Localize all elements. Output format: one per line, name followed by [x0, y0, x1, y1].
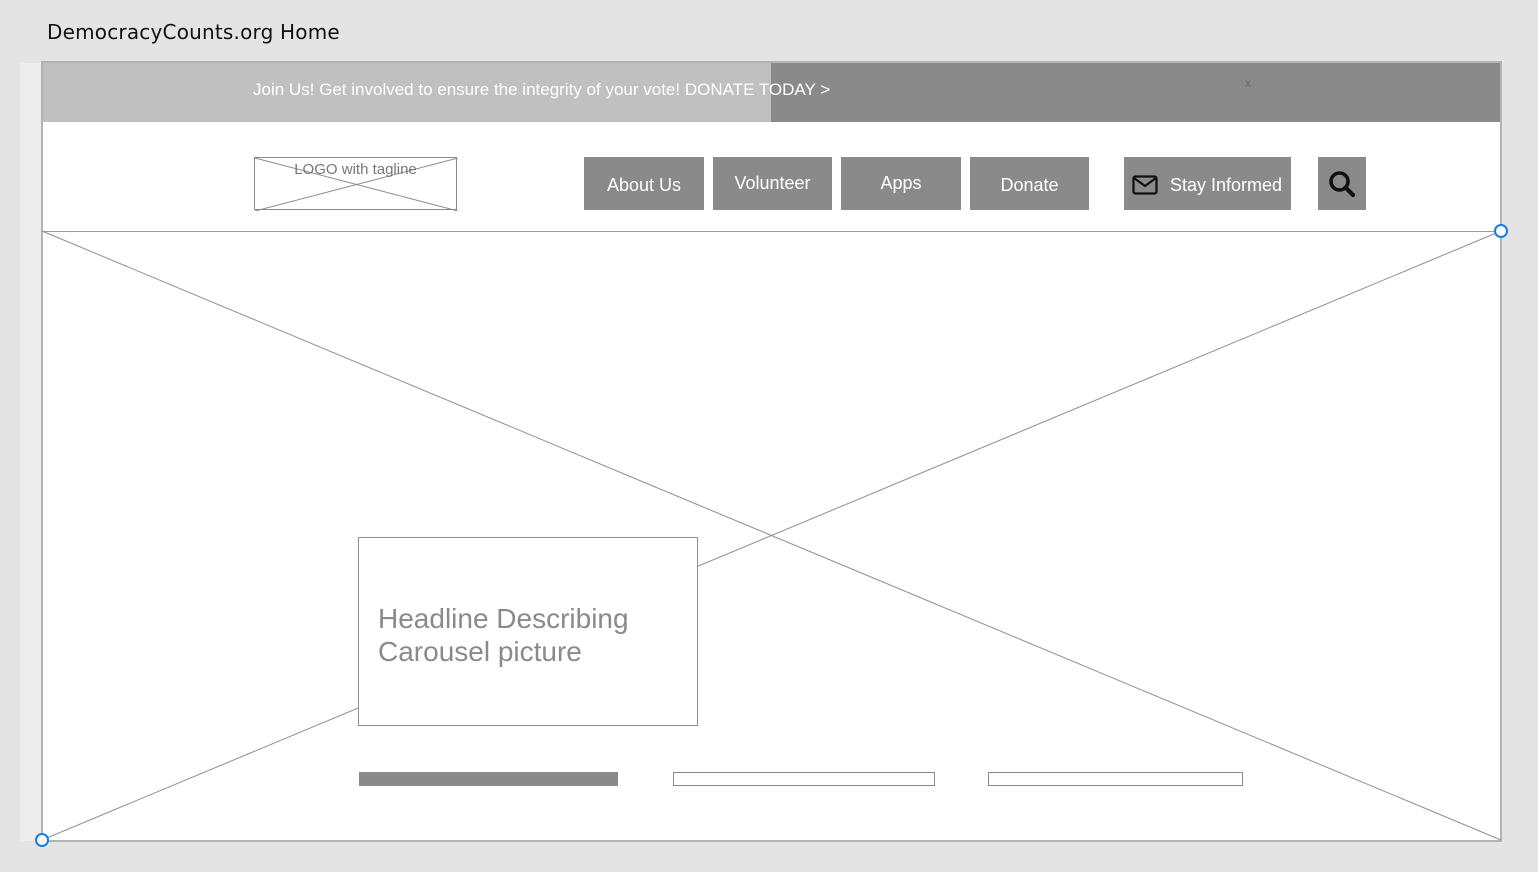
nav-donate-label: Donate [1000, 175, 1059, 195]
nav-volunteer-button[interactable]: Volunteer [713, 157, 832, 210]
carousel-headline-card[interactable]: Headline Describing Carousel picture [358, 537, 698, 726]
logo-placeholder[interactable]: LOGO with tagline [254, 157, 458, 211]
nav-apps-button[interactable]: Apps [841, 157, 961, 210]
nav-volunteer-label: Volunteer [734, 173, 811, 193]
banner-close-button[interactable]: x [1245, 76, 1251, 90]
nav-about-us-button[interactable]: About Us [584, 157, 704, 210]
carousel-indicator-1[interactable] [359, 772, 618, 786]
envelope-icon [1132, 174, 1158, 195]
nav-donate-button[interactable]: Donate [970, 157, 1089, 210]
search-button[interactable] [1318, 157, 1366, 210]
selection-handle-bottom-left[interactable] [35, 833, 49, 847]
carousel-indicator-2[interactable] [673, 772, 935, 786]
carousel-indicator-3[interactable] [988, 772, 1243, 786]
nav-about-us-label: About Us [606, 175, 682, 195]
logo-text: LOGO with tagline [294, 161, 417, 178]
stay-informed-button[interactable]: Stay Informed [1124, 157, 1291, 210]
stay-informed-label: Stay Informed [1170, 175, 1283, 195]
nav-apps-label: Apps [880, 173, 922, 193]
banner-text[interactable]: Join Us! Get involved to ensure the inte… [253, 80, 830, 100]
selection-handle-top-right[interactable] [1494, 224, 1508, 238]
carousel-headline: Headline Describing Carousel picture [378, 603, 629, 667]
announcement-banner[interactable]: Join Us! Get involved to ensure the inte… [43, 63, 1500, 122]
search-icon [1329, 171, 1356, 198]
